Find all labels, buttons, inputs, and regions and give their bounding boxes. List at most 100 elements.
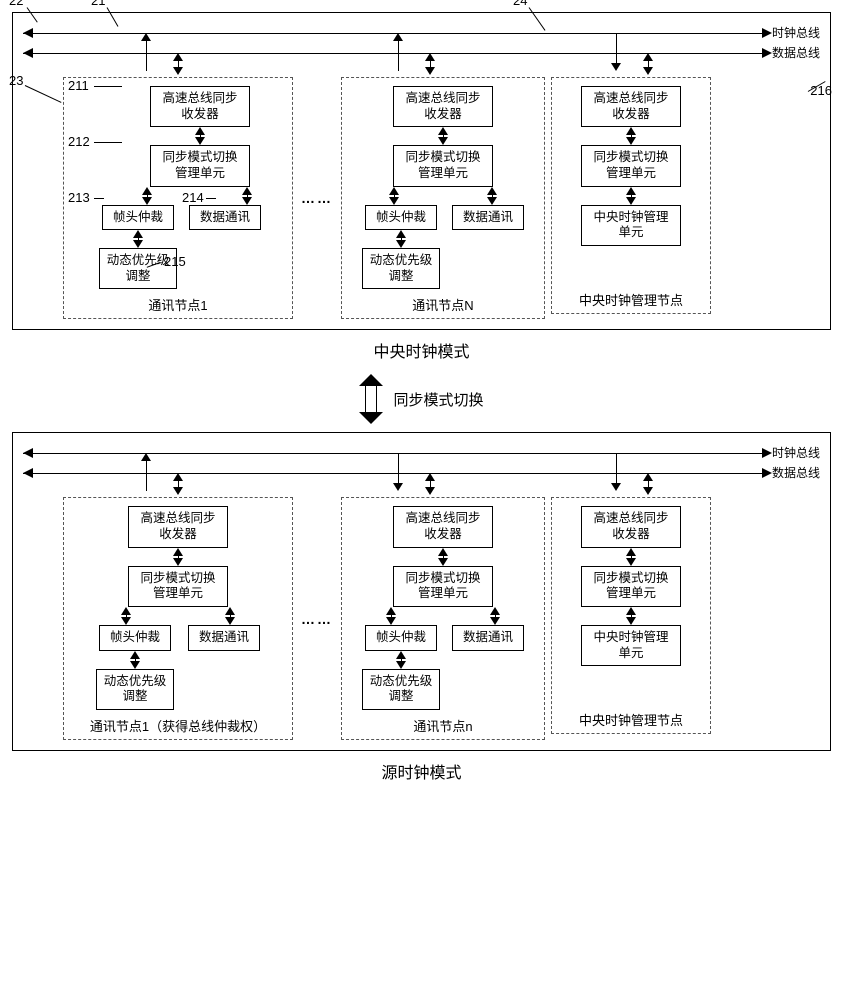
mode-title-source: 源时钟模式 — [12, 759, 831, 783]
nodes-row-bottom: 高速总线同步收发器 同步模式切换管理单元 帧头仲裁 动态优先级调整 数据通讯 通… — [63, 497, 820, 739]
unit-frame-arb: 帧头仲裁 — [365, 625, 437, 651]
node-title: 中央时钟管理节点 — [560, 290, 702, 309]
unit-transceiver: 高速总线同步收发器 — [128, 506, 228, 547]
arrow-v — [386, 607, 396, 625]
mode-switch-block: 同步模式切换 — [12, 374, 831, 424]
ref-213: 213 — [68, 190, 90, 205]
clock-bus-label: 时钟总线 — [772, 24, 820, 41]
mode-switch-label: 同步模式切换 — [393, 389, 483, 410]
unit-dyn-prio: 动态优先级调整 — [362, 669, 440, 710]
arrow-v — [626, 187, 636, 205]
drop — [141, 33, 151, 71]
ref-line-212 — [94, 142, 122, 143]
central-clock-node-lower: 高速总线同步收发器 同步模式切换管理单元 中央时钟管理单元 中央时钟管理节点 — [551, 497, 711, 734]
data-bus-label: 数据总线 — [772, 44, 820, 61]
drop — [141, 453, 151, 491]
ref-22: 22 — [9, 0, 23, 8]
unit-data-comm: 数据通讯 — [452, 625, 524, 651]
arrow-v — [133, 230, 143, 248]
mode-switch-arrow — [359, 374, 383, 424]
unit-data-comm: 数据通讯 — [188, 625, 260, 651]
ref-line-211 — [94, 86, 122, 87]
arrow-v — [242, 187, 252, 205]
node-title: 通讯节点1（获得总线仲裁权） — [72, 716, 284, 735]
unit-mode-switch: 同步模式切换管理单元 — [128, 566, 228, 607]
drop — [173, 473, 183, 495]
bus-area-top: 时钟总线 数据总线 — [23, 21, 820, 71]
comm-node-1-source: 高速总线同步收发器 同步模式切换管理单元 帧头仲裁 动态优先级调整 数据通讯 通… — [63, 497, 293, 739]
node-title: 通讯节点N — [350, 295, 536, 314]
unit-mode-switch: 同步模式切换管理单元 — [393, 566, 493, 607]
bus-area-bottom: 时钟总线 数据总线 — [23, 441, 820, 491]
unit-data-comm: 数据通讯 — [189, 205, 261, 231]
data-bus-arrow-r — [762, 468, 772, 478]
drop — [643, 473, 653, 495]
arrow-v — [487, 187, 497, 205]
clock-bus-arrow-l — [23, 28, 33, 38]
comm-node-n-upper: 高速总线同步收发器 同步模式切换管理单元 帧头仲裁 动态优先级调整 数据通讯 通… — [341, 77, 545, 319]
panel-source-clock: 时钟总线 数据总线 高速总线同步收发器 — [12, 432, 831, 750]
unit-dyn-prio: 动态优先级调整 — [362, 248, 440, 289]
arrow-v — [626, 548, 636, 566]
node-title: 通讯节点n — [350, 716, 536, 735]
arrow-v — [396, 651, 406, 669]
drop — [425, 53, 435, 75]
unit-transceiver: 高速总线同步收发器 — [393, 86, 493, 127]
unit-mode-switch: 同步模式切换管理单元 — [581, 566, 681, 607]
arrow-v — [121, 607, 131, 625]
unit-mode-switch: 同步模式切换管理单元 — [581, 145, 681, 186]
drop — [393, 33, 403, 71]
comm-node-n-lower: 高速总线同步收发器 同步模式切换管理单元 帧头仲裁 动态优先级调整 数据通讯 通… — [341, 497, 545, 739]
arrow-v — [438, 548, 448, 566]
arrow-v — [626, 607, 636, 625]
drop — [611, 33, 621, 71]
clock-bus-arrow-r — [762, 448, 772, 458]
ref-214: 214 — [182, 190, 204, 205]
unit-dyn-prio: 动态优先级调整 — [96, 669, 174, 710]
ref-line-214 — [206, 198, 216, 199]
ref-21: 21 — [91, 0, 105, 8]
unit-data-comm: 数据通讯 — [452, 205, 524, 231]
data-bus-arrow-r — [762, 48, 772, 58]
node-title: 中央时钟管理节点 — [560, 710, 702, 729]
arrow-v — [195, 127, 205, 145]
comm-node-1: 211 212 213 214 215 高速总线同步收发器 同步模式切换管理单元 — [63, 77, 293, 319]
nodes-row-top: 211 212 213 214 215 高速总线同步收发器 同步模式切换管理单元 — [63, 77, 820, 319]
drop — [393, 453, 403, 491]
arrow-v — [396, 230, 406, 248]
arrow-v — [626, 127, 636, 145]
central-clock-node: 高速总线同步收发器 同步模式切换管理单元 中央时钟管理单元 中央时钟管理节点 — [551, 77, 711, 314]
unit-central-clock-mgr: 中央时钟管理单元 — [581, 205, 681, 246]
ref-211: 211 — [68, 78, 89, 93]
unit-transceiver: 高速总线同步收发器 — [581, 86, 681, 127]
ref-24: 24 — [513, 0, 527, 8]
unit-transceiver: 高速总线同步收发器 — [393, 506, 493, 547]
ref-line-23 — [25, 85, 62, 103]
unit-mode-switch: 同步模式切换管理单元 — [393, 145, 493, 186]
ellipsis: …… — [299, 611, 335, 627]
unit-transceiver: 高速总线同步收发器 — [581, 506, 681, 547]
unit-central-clock-mgr: 中央时钟管理单元 — [581, 625, 681, 666]
drop — [611, 453, 621, 491]
mode-title-central: 中央时钟模式 — [12, 338, 831, 362]
drop — [643, 53, 653, 75]
ref-216: 216 — [810, 83, 832, 98]
node-title: 通讯节点1 — [72, 295, 284, 314]
drop — [425, 473, 435, 495]
arrow-v — [173, 548, 183, 566]
unit-frame-arb: 帧头仲裁 — [365, 205, 437, 231]
ref-215: 215 — [164, 254, 186, 269]
ellipsis: …… — [299, 190, 335, 206]
ref-line-213 — [94, 198, 104, 199]
clock-bus-arrow-r — [762, 28, 772, 38]
clock-bus-arrow-l — [23, 448, 33, 458]
unit-mode-switch: 同步模式切换管理单元 — [150, 145, 250, 186]
arrow-v — [389, 187, 399, 205]
ref-23: 23 — [9, 73, 23, 88]
unit-transceiver: 高速总线同步收发器 — [150, 86, 250, 127]
data-bus-label: 数据总线 — [772, 464, 820, 481]
unit-frame-arb: 帧头仲裁 — [102, 205, 174, 231]
arrow-v — [142, 187, 152, 205]
clock-bus-label: 时钟总线 — [772, 444, 820, 461]
data-bus-arrow-l — [23, 468, 33, 478]
